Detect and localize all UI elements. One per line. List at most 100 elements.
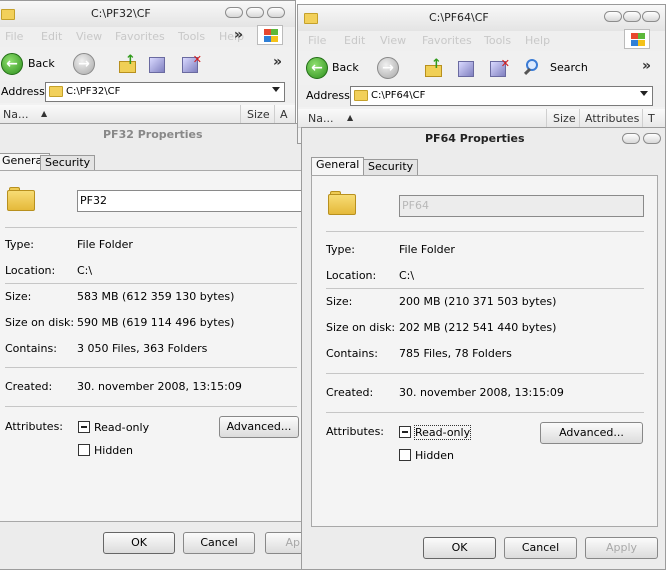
tab-security[interactable]: Security [40,155,96,171]
column-attributes[interactable]: Attributes [585,112,639,125]
column-type[interactable]: T [648,112,655,125]
move-to-icon[interactable] [149,57,165,73]
menu-favorites[interactable]: Favorites [115,30,165,43]
folder-icon [304,13,318,24]
forward-button[interactable]: → [377,57,399,79]
folder-up-icon[interactable]: ↑ [425,58,443,77]
column-attributes[interactable]: A [280,108,288,121]
created-label: Created: [5,380,53,393]
size-on-disk-value: 202 MB (212 541 440 bytes) [399,321,557,334]
address-label: Address [306,89,350,102]
title-bar[interactable]: C:\PF64\CF [298,5,665,31]
folder-name-input[interactable]: PF32 [77,190,301,212]
address-folder-icon [49,86,63,97]
address-dropdown-icon[interactable] [640,91,648,96]
menu-favorites[interactable]: Favorites [422,34,472,47]
address-dropdown-icon[interactable] [272,87,280,92]
folder-icon [1,9,15,20]
advanced-button[interactable]: Advanced... [540,422,643,444]
close-button[interactable] [642,11,660,22]
properties-dialog-pf64: PF64 Properties General Security PF64 Ty… [301,127,666,570]
menu-view[interactable]: View [380,34,406,47]
apply-button[interactable]: Apply [585,537,658,559]
readonly-checkbox[interactable] [399,426,411,438]
sort-arrow-icon: ▲ [41,109,48,118]
hidden-label[interactable]: Hidden [415,449,454,462]
readonly-label[interactable]: Read-only [413,425,472,440]
menu-overflow-chevron-icon[interactable]: » [234,27,243,43]
column-name[interactable]: Na... [3,108,28,121]
ok-button[interactable]: OK [423,537,496,559]
menu-edit[interactable]: Edit [344,34,365,47]
column-size[interactable]: Size [553,112,576,125]
search-icon[interactable] [523,59,542,77]
cancel-button[interactable]: Cancel [183,532,255,554]
cancel-button[interactable]: Cancel [504,537,577,559]
apply-button[interactable]: Apply [265,532,301,554]
delete-icon[interactable]: ✕ [490,57,510,77]
tab-security[interactable]: Security [363,159,419,175]
readonly-checkbox[interactable] [78,421,90,433]
column-divider[interactable] [579,109,580,127]
hidden-checkbox[interactable] [399,449,411,461]
hidden-label[interactable]: Hidden [94,444,133,457]
column-divider[interactable] [546,109,547,127]
maximize-button[interactable] [623,11,641,22]
move-to-icon[interactable] [458,61,474,77]
back-button[interactable]: ← [306,57,328,79]
menu-tools[interactable]: Tools [484,34,511,47]
ok-button[interactable]: OK [103,532,175,554]
back-label[interactable]: Back [28,57,55,70]
back-label[interactable]: Back [332,61,359,74]
menu-help[interactable]: Help [525,34,550,47]
address-input[interactable]: C:\PF64\CF [350,86,653,106]
toolbar-overflow-chevron-icon[interactable]: » [642,58,651,74]
menu-tools[interactable]: Tools [178,30,205,43]
help-button[interactable] [622,133,640,144]
back-arrow-icon: ← [6,56,18,72]
delete-icon[interactable]: ✕ [182,53,202,73]
address-value: C:\PF64\CF [371,90,426,101]
close-button[interactable] [643,133,661,144]
maximize-button[interactable] [246,7,264,18]
forward-arrow-icon: → [382,60,394,76]
search-label[interactable]: Search [550,61,588,74]
advanced-button[interactable]: Advanced... [219,416,299,438]
menu-file[interactable]: File [5,30,23,43]
folder-up-icon[interactable]: ↑ [119,54,137,73]
close-button[interactable] [267,7,285,18]
separator [326,412,644,413]
toolbar: ← Back → ↑ ✕ » [0,47,295,82]
attributes-label: Attributes: [326,425,385,438]
contains-value: 785 Files, 78 Folders [399,347,512,360]
folder-name-input[interactable]: PF64 [399,195,644,217]
dialog-title: PF32 Properties [103,128,203,141]
toolbar-overflow-chevron-icon[interactable]: » [273,54,282,70]
column-divider[interactable] [274,105,275,123]
minimize-button[interactable] [604,11,622,22]
menu-view[interactable]: View [76,30,102,43]
address-input[interactable]: C:\PF32\CF [45,82,285,102]
forward-button[interactable]: → [73,53,95,75]
column-divider[interactable] [240,105,241,123]
forward-arrow-icon: → [78,56,90,72]
address-bar: Address C:\PF32\CF [0,81,295,103]
title-bar[interactable]: C:\PF32\CF [0,1,295,27]
window-title: C:\PF32\CF [91,7,151,20]
minimize-button[interactable] [225,7,243,18]
hidden-checkbox[interactable] [78,444,90,456]
menu-file[interactable]: File [308,34,326,47]
readonly-label[interactable]: Read-only [94,421,149,434]
column-size[interactable]: Size [247,108,270,121]
menu-edit[interactable]: Edit [41,30,62,43]
type-label: Type: [5,238,34,251]
column-name[interactable]: Na... [308,112,333,125]
separator [326,373,644,374]
location-label: Location: [5,264,56,277]
back-button[interactable]: ← [1,53,23,75]
column-divider[interactable] [642,109,643,127]
created-label: Created: [326,386,374,399]
size-on-disk-label: Size on disk: [326,321,396,334]
tab-general[interactable]: General [311,157,365,175]
separator [5,406,297,407]
